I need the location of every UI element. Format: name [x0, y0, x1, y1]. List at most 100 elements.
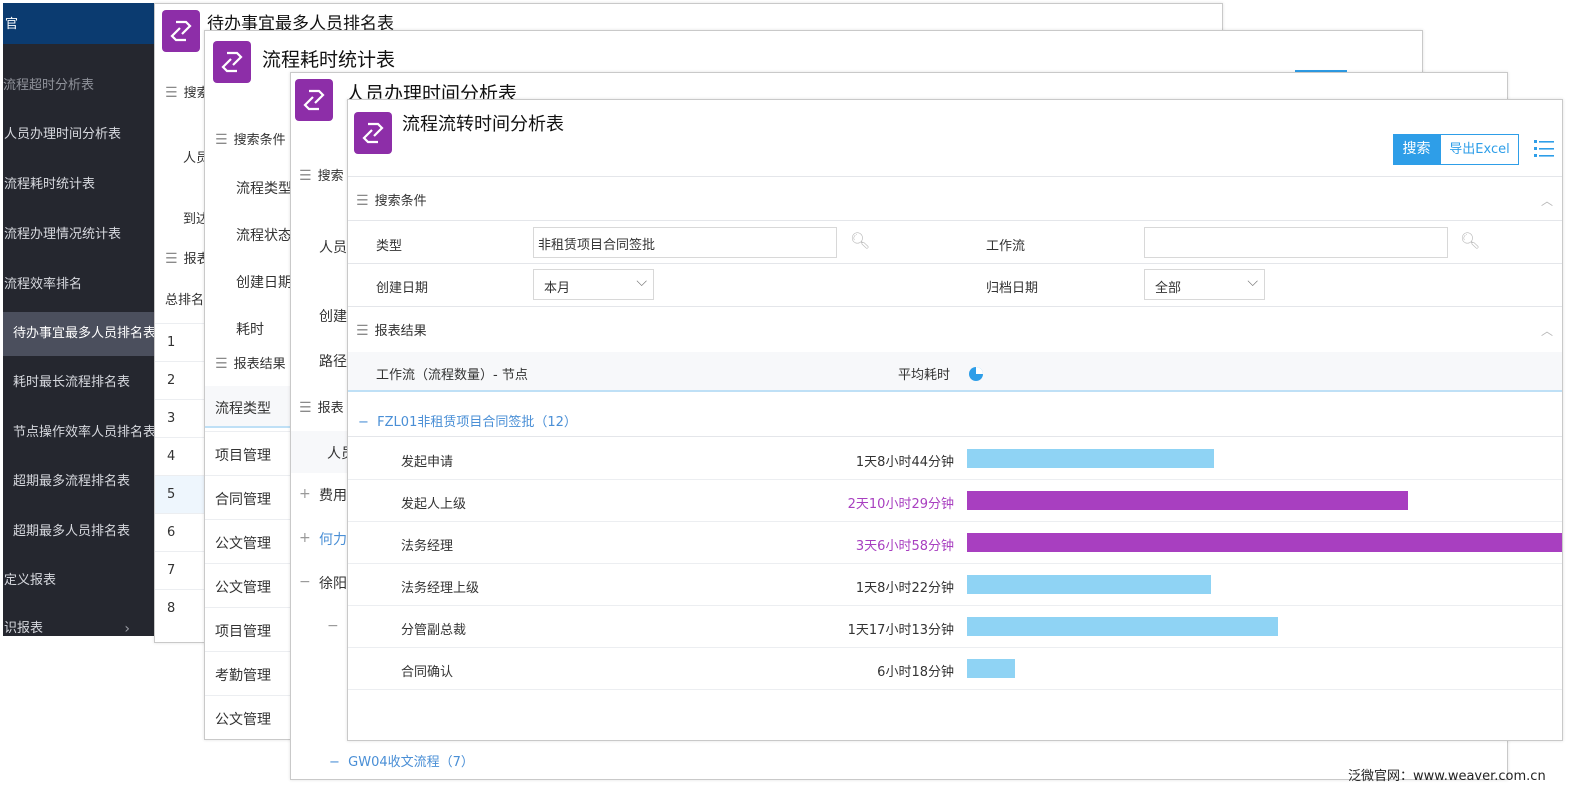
pie-chart-icon[interactable]	[968, 366, 984, 382]
section-label: 报表	[317, 401, 344, 416]
table-row[interactable]: 公文管理	[205, 519, 295, 563]
search-button[interactable]: 搜索	[1393, 134, 1440, 165]
filter-label: 流程类型	[236, 181, 292, 197]
type-input[interactable]: 非租赁项目合同签批	[533, 227, 837, 258]
table-row[interactable]: + 何力	[291, 528, 351, 572]
menu-icon: ☰	[215, 356, 228, 372]
avg-time-value: 3天6小时58分钟	[855, 539, 954, 554]
search-icon[interactable]: 🔍︎	[850, 231, 870, 250]
table-row[interactable]: 7	[155, 551, 207, 589]
create-date-select[interactable]: 本月 ⌵	[533, 269, 654, 300]
table-row[interactable]: 4	[155, 437, 207, 475]
table-row[interactable]: 5	[155, 475, 207, 513]
sidebar-item[interactable]: 超期最多流程排名表	[3, 460, 154, 504]
expand-icon[interactable]: +	[299, 486, 311, 502]
chart-row[interactable]: 法务经理上级 1天8小时22分钟	[348, 564, 1562, 606]
sidebar-item[interactable]: 流程效率排名	[3, 263, 154, 307]
collapse-caret-icon[interactable]: ︿	[1541, 192, 1553, 209]
sidebar-item[interactable]: 待办事宜最多人员排名表	[3, 312, 154, 356]
chart-row[interactable]: 法务经理 3天6小时58分钟	[348, 522, 1562, 564]
chevron-right-icon: ›	[124, 621, 130, 636]
table-row[interactable]: − 徐阳	[291, 572, 351, 616]
sidebar-item-cut[interactable]: 流程超时分析表	[3, 73, 154, 99]
report-section-header[interactable]: ☰ 报表结果	[356, 320, 427, 339]
expand-icon[interactable]: +	[299, 530, 311, 546]
archive-date-select[interactable]: 全部 ⌵	[1144, 269, 1265, 300]
chevron-down-icon: ⌵	[636, 274, 647, 290]
divider	[348, 263, 1562, 264]
collapse-icon[interactable]: −	[329, 755, 340, 770]
create-date-label: 创建日期	[376, 281, 429, 296]
list-menu-icon[interactable]	[1534, 138, 1554, 158]
chart-row[interactable]: 发起人上级 2天10小时29分钟	[348, 480, 1562, 522]
group-row-fzl01[interactable]: − FZL01非租赁项目合同签批（12）	[358, 411, 577, 430]
divider	[348, 306, 1562, 307]
filter-label: 流程状态	[236, 228, 292, 244]
sidebar-item[interactable]: 耗时最长流程排名表	[3, 361, 154, 405]
process-type-cell: 项目管理	[215, 624, 271, 640]
sidebar-item-label: 流程超时分析表	[3, 78, 95, 93]
window-title: 流程流转时间分析表	[402, 114, 564, 135]
search-icon[interactable]: 🔍︎	[1460, 231, 1480, 250]
duration-bar	[967, 491, 1408, 510]
search-section-header[interactable]: ☰ 搜索条件	[356, 190, 427, 209]
sidebar-item[interactable]: 流程耗时统计表	[3, 163, 154, 207]
table-row[interactable]: 考勤管理	[205, 651, 295, 695]
chart-row[interactable]: 分管副总裁 1天17小时13分钟	[348, 606, 1562, 648]
rank-number: 6	[167, 525, 176, 540]
table-row[interactable]: 3	[155, 399, 207, 437]
process-type-cell: 考勤管理	[215, 668, 271, 684]
sidebar-item[interactable]: 识报表 ›	[3, 607, 154, 636]
type-label: 类型	[376, 239, 403, 254]
table-row[interactable]: 合同管理	[205, 475, 295, 519]
export-excel-button[interactable]: 导出Excel	[1440, 134, 1519, 165]
sidebar-item[interactable]: 人员办理时间分析表	[3, 113, 154, 157]
section-label: 搜索条件	[233, 133, 286, 148]
table-row[interactable]: 8	[155, 589, 207, 627]
chart-row[interactable]: 发起申请 1天8小时44分钟	[348, 438, 1562, 480]
table-row[interactable]: 公文管理	[205, 563, 295, 607]
collapse-icon[interactable]: −	[358, 415, 369, 430]
person-name-cell: 费用	[319, 488, 347, 504]
chart-row[interactable]: 合同确认 6小时18分钟	[348, 648, 1562, 690]
footer-website: 泛微官网：www.weaver.com.cn	[1348, 769, 1546, 784]
report-section-header: ☰ 报表结果	[215, 353, 286, 372]
app-logo-icon	[295, 79, 333, 121]
sidebar-top-label: 官	[3, 3, 154, 44]
sidebar-item[interactable]: 节点操作效率人员排名表	[3, 411, 154, 455]
duration-bar	[967, 533, 1562, 552]
node-name: 法务经理	[401, 539, 454, 554]
select-value: 全部	[1155, 281, 1182, 296]
group-row-gw04[interactable]: − GW04收文流程（7）	[329, 751, 474, 770]
table-row[interactable]: 公文管理	[205, 695, 295, 739]
workflow-input[interactable]	[1144, 227, 1448, 258]
process-type-cell: 公文管理	[215, 712, 271, 728]
sidebar-item[interactable]: 超期最多人员排名表	[3, 510, 154, 554]
collapse-icon[interactable]: −	[299, 574, 311, 590]
table-row[interactable]: + 费用	[291, 484, 351, 528]
group-label: FZL01非租赁项目合同签批（12）	[377, 415, 577, 430]
search-section-header: ☰ 搜索	[299, 165, 344, 184]
report-section-header: ☰ 报表	[299, 397, 344, 416]
menu-icon: ☰	[165, 85, 178, 101]
rank-number: 8	[167, 601, 176, 616]
sidebar-item[interactable]: 流程办理情况统计表	[3, 213, 154, 257]
filter-label: 创建日期	[236, 275, 292, 291]
table-header: 工作流（流程数量）- 节点 平均耗时	[348, 352, 1562, 392]
sidebar-item[interactable]: 定义报表	[3, 559, 154, 603]
archive-date-label: 归档日期	[986, 281, 1039, 296]
filter-label: 耗时	[236, 322, 264, 338]
menu-icon: ☰	[356, 193, 369, 209]
table-row[interactable]: 项目管理	[205, 431, 295, 475]
sidebar-item-label: 识报表	[4, 621, 44, 636]
collapse-icon[interactable]: −	[327, 618, 339, 634]
table-row[interactable]: 项目管理	[205, 607, 295, 651]
avg-time-value: 1天17小时13分钟	[847, 623, 954, 638]
table-row[interactable]: 6	[155, 513, 207, 551]
table-row[interactable]: 2	[155, 361, 207, 399]
avg-time-value: 1天8小时44分钟	[855, 455, 954, 470]
rank-number: 5	[167, 487, 176, 502]
sidebar-item-label: 节点操作效率人员排名表	[13, 425, 154, 440]
table-row[interactable]: 1	[155, 323, 207, 361]
collapse-caret-icon[interactable]: ︿	[1541, 322, 1553, 339]
